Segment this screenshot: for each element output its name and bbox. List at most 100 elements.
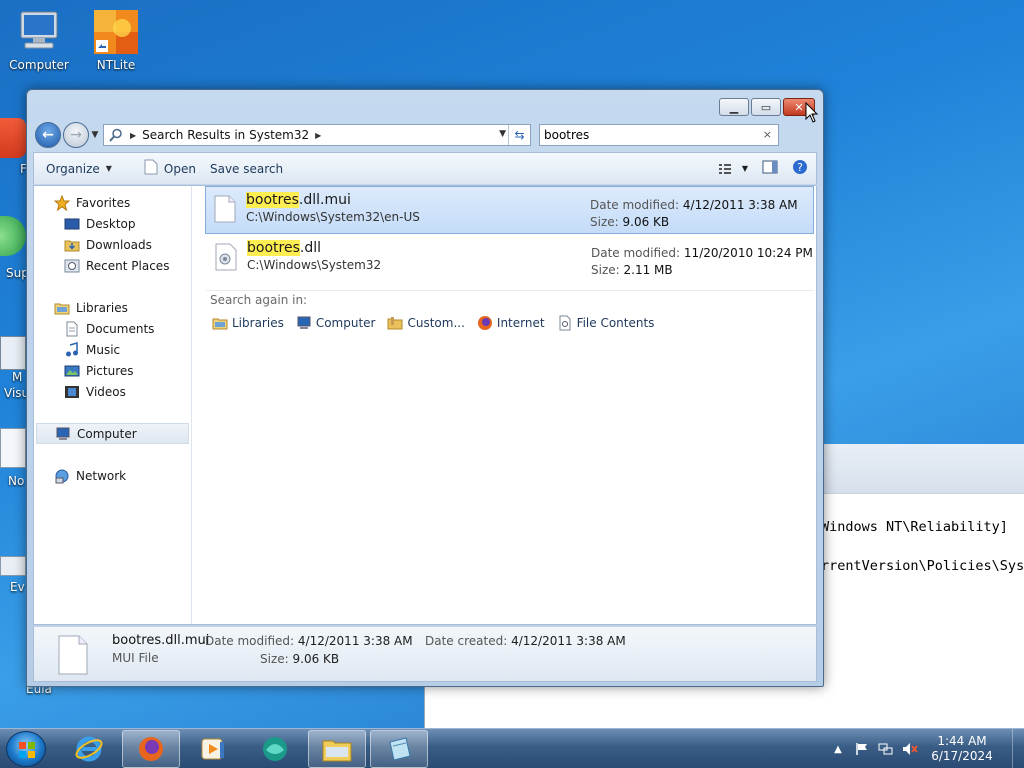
taskbar-internet-explorer[interactable]: [60, 730, 118, 768]
navigation-pane[interactable]: Favorites Desktop Downloads Recent Place…: [34, 186, 192, 624]
breadcrumb[interactable]: Search Results in System32: [142, 128, 309, 142]
system-tray: ▲ 1:44 AM 6/17/2024: [830, 729, 1024, 768]
preview-pane-icon: [762, 160, 778, 174]
search-input[interactable]: bootres ×: [539, 124, 779, 146]
organize-label: Organize: [46, 161, 100, 176]
window-controls: ▁ ▭ ✕: [719, 98, 815, 116]
videos-icon: [64, 384, 80, 400]
result-row[interactable]: bootres.dll C:\Windows\System32 Date mod…: [206, 234, 814, 282]
result-row[interactable]: bootres.dll.mui C:\Windows\System32\en-U…: [205, 186, 814, 234]
details-view-icon: [718, 163, 731, 174]
nav-documents[interactable]: Documents: [34, 318, 191, 339]
desktop-icon-partial[interactable]: M Visu: [0, 336, 26, 402]
nav-libraries[interactable]: Libraries: [34, 297, 191, 318]
nav-downloads[interactable]: Downloads: [34, 234, 191, 255]
date-value: 11/20/2010 10:24 PM: [683, 246, 813, 260]
nav-desktop[interactable]: Desktop: [34, 213, 191, 234]
taskbar-media-player[interactable]: [184, 730, 242, 768]
desktop-icon-partial[interactable]: Ev: [0, 556, 26, 596]
address-dropdown-icon[interactable]: ▼: [499, 129, 506, 139]
nav-music[interactable]: Music: [34, 339, 191, 360]
internet-explorer-icon: [75, 736, 103, 762]
nav-recent-places[interactable]: Recent Places: [34, 255, 191, 276]
app-icon: [263, 737, 287, 761]
minimize-button[interactable]: ▁: [719, 98, 749, 116]
search-value: bootres: [544, 128, 590, 142]
desktop-icon-partial[interactable]: Sup: [0, 216, 26, 286]
clock[interactable]: 1:44 AM 6/17/2024: [926, 734, 998, 764]
start-button[interactable]: [6, 731, 46, 767]
documents-icon: [64, 321, 80, 337]
preview-pane-button[interactable]: [762, 160, 778, 177]
maximize-button[interactable]: ▭: [751, 98, 781, 116]
dll-file-icon: [215, 243, 237, 271]
nav-pictures[interactable]: Pictures: [34, 360, 191, 381]
search-again-internet[interactable]: Internet: [477, 315, 545, 331]
command-bar: Organize ▼ Open Save search ▼ ?: [33, 152, 817, 184]
show-hidden-icons-button[interactable]: ▲: [830, 741, 846, 757]
desktop-icon-partial[interactable]: No: [0, 428, 26, 490]
search-again-file-contents[interactable]: File Contents: [557, 315, 654, 331]
search-again-libraries[interactable]: Libraries: [212, 315, 284, 331]
search-again-custom[interactable]: Custom...: [387, 315, 465, 331]
nav-favorites[interactable]: Favorites: [34, 192, 191, 213]
taskbar-app[interactable]: [246, 730, 304, 768]
result-name-rest: .dll: [299, 240, 321, 256]
libraries-icon: [212, 315, 228, 331]
date-label: Date modified:: [591, 246, 681, 260]
console-line: Windows NT\Reliability]: [821, 519, 1008, 535]
show-desktop-button[interactable]: [1012, 729, 1024, 768]
media-player-icon: [201, 738, 224, 760]
address-bar[interactable]: ▶ Search Results in System32 ▶ ▼ ⇆: [103, 124, 531, 146]
nav-label: Music: [86, 342, 121, 357]
search-highlight: bootres: [246, 192, 299, 208]
back-button[interactable]: ←: [35, 122, 61, 148]
desktop-icon-computer[interactable]: Computer: [3, 8, 75, 72]
minimize-icon: ▁: [729, 100, 739, 114]
desktop-icon-label: Visu: [4, 386, 26, 400]
chevron-right-icon[interactable]: ▶: [130, 131, 136, 140]
details-label: Size:: [260, 652, 289, 666]
result-meta: Date modified: 11/20/2010 10:24 PM Size:…: [591, 245, 813, 279]
view-options-button[interactable]: ▼: [718, 162, 748, 176]
taskbar-firefox[interactable]: [122, 730, 180, 768]
action-center-flag-icon[interactable]: [854, 741, 870, 757]
explorer-window[interactable]: ▁ ▭ ✕ ← → ▼ ▶ Search Results in System32…: [26, 89, 824, 687]
desktop-icon-ntlite[interactable]: NTLite: [80, 8, 152, 72]
search-again-computer[interactable]: Computer: [296, 315, 375, 331]
taskbar-notepad[interactable]: [370, 730, 428, 768]
taskbar-file-explorer[interactable]: [308, 730, 366, 768]
size-value: 2.11 MB: [623, 263, 673, 277]
help-button[interactable]: ?: [792, 159, 808, 178]
nav-label: Pictures: [86, 363, 134, 378]
chevron-right-icon[interactable]: ▶: [315, 131, 321, 140]
desktop-icon-partial[interactable]: F: [0, 118, 26, 178]
file-contents-icon: [557, 315, 573, 331]
network-tray-icon[interactable]: [878, 741, 894, 757]
save-search-button[interactable]: Save search: [210, 162, 283, 176]
organize-button[interactable]: Organize ▼: [46, 162, 112, 176]
details-label: Date modified:: [205, 634, 295, 648]
volume-muted-icon[interactable]: [902, 741, 918, 757]
nav-label: Network: [76, 468, 127, 483]
nav-label: Favorites: [76, 195, 131, 210]
save-search-label: Save search: [209, 161, 284, 176]
open-button[interactable]: Open: [144, 159, 196, 178]
nav-label: Videos: [86, 384, 126, 399]
back-arrow-icon: ←: [42, 127, 54, 143]
desktop-icon-label: Ev: [10, 580, 25, 594]
details-modified: Date modified: 4/12/2011 3:38 AM: [205, 634, 413, 648]
desktop-icon-label: NTLite: [96, 58, 136, 72]
forward-button[interactable]: →: [63, 122, 89, 148]
clock-date: 6/17/2024: [931, 749, 993, 763]
nav-videos[interactable]: Videos: [34, 381, 191, 402]
file-icon: [214, 195, 236, 223]
notepad-icon: [389, 737, 411, 761]
app-icon: [0, 556, 26, 576]
recent-pages-dropdown[interactable]: ▼: [89, 130, 101, 140]
refresh-button[interactable]: ⇆: [508, 125, 530, 145]
nav-network[interactable]: Network: [34, 465, 191, 486]
clear-search-icon[interactable]: ×: [763, 128, 772, 141]
taskbar: ▲ 1:44 AM 6/17/2024: [0, 728, 1024, 768]
nav-computer[interactable]: Computer: [36, 423, 189, 444]
